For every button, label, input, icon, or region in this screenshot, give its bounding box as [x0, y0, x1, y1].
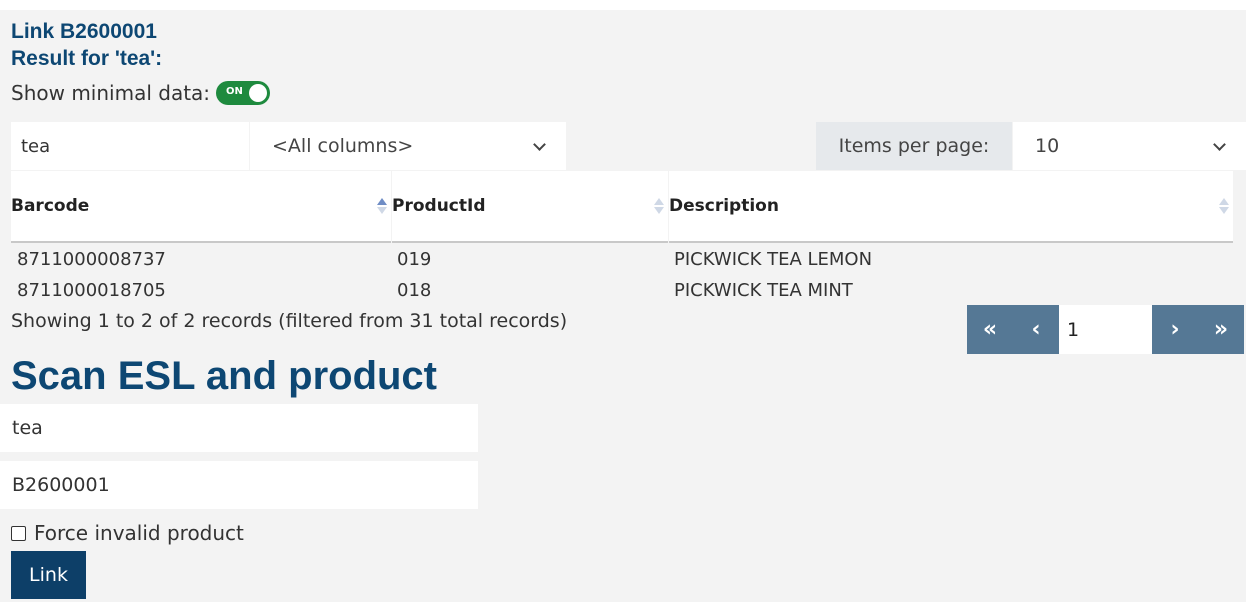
items-per-page-select[interactable]: 10 — [1013, 122, 1246, 170]
table-search-input[interactable] — [11, 122, 249, 170]
column-header-label: Barcode — [11, 196, 90, 216]
items-per-page-value: 10 — [1035, 135, 1060, 157]
show-minimal-toggle[interactable]: ON — [216, 81, 271, 105]
items-per-page-label: Items per page: — [816, 122, 1012, 170]
table-row[interactable]: 8711000018705 018 PICKWICK TEA MINT — [11, 275, 1233, 306]
toggle-on-text: ON — [226, 86, 243, 97]
chevron-down-icon — [1213, 137, 1226, 151]
column-header-productid[interactable]: ProductId — [392, 171, 668, 243]
table-info: Showing 1 to 2 of 2 records (filtered fr… — [11, 310, 568, 332]
cell-barcode: 8711000018705 — [17, 280, 166, 301]
esl-input[interactable] — [0, 461, 478, 509]
pagination: « ‹ 1 › » — [967, 305, 1244, 354]
sort-icon — [654, 198, 664, 216]
last-page-button[interactable]: » — [1198, 305, 1244, 354]
column-select[interactable]: <All columns> — [250, 122, 566, 170]
product-input[interactable] — [0, 404, 478, 452]
force-invalid-checkbox[interactable] — [11, 525, 26, 541]
toggle-knob — [249, 84, 268, 102]
cell-description: PICKWICK TEA MINT — [674, 280, 853, 301]
table-header: Barcode ProductId Description — [11, 171, 1233, 243]
sort-icon — [377, 198, 387, 216]
column-header-label: Description — [669, 196, 779, 216]
force-invalid-label: Force invalid product — [34, 521, 244, 545]
column-header-label: ProductId — [392, 196, 486, 216]
sort-icon — [1219, 198, 1229, 216]
show-minimal-row: Show minimal data: ON — [11, 80, 271, 106]
chevron-down-icon — [533, 137, 546, 151]
first-page-button[interactable]: « — [967, 305, 1013, 354]
cell-barcode: 8711000008737 — [17, 249, 166, 270]
show-minimal-label: Show minimal data: — [11, 81, 211, 105]
link-button[interactable]: Link — [11, 551, 86, 599]
cell-description: PICKWICK TEA LEMON — [674, 249, 873, 270]
page-number-input[interactable]: 1 — [1059, 305, 1152, 354]
column-header-description[interactable]: Description — [669, 171, 1233, 243]
force-invalid-row[interactable]: Force invalid product — [11, 520, 244, 546]
result-title: Result for 'tea': — [11, 47, 163, 70]
column-header-barcode[interactable]: Barcode — [11, 171, 391, 243]
next-page-button[interactable]: › — [1152, 305, 1198, 354]
column-select-value: <All columns> — [272, 135, 414, 157]
table-body: 8711000008737 019 PICKWICK TEA LEMON 871… — [11, 244, 1233, 306]
prev-page-button[interactable]: ‹ — [1013, 305, 1059, 354]
scan-title: Scan ESL and product — [11, 354, 437, 398]
table-row[interactable]: 8711000008737 019 PICKWICK TEA LEMON — [11, 244, 1233, 275]
link-title: Link B2600001 — [11, 20, 157, 43]
cell-productid: 018 — [397, 280, 432, 301]
cell-productid: 019 — [397, 249, 432, 270]
